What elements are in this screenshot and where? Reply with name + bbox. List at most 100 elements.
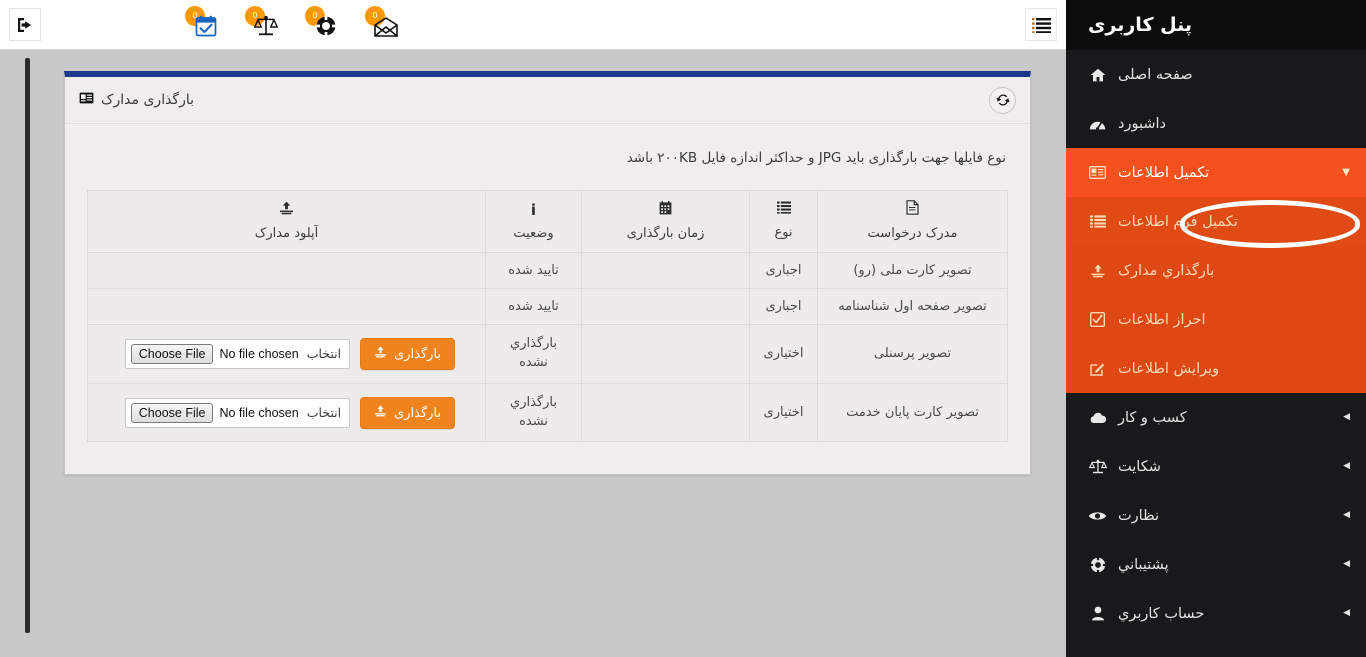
no-file-chosen-text: No file chosen xyxy=(219,406,298,420)
refresh-button[interactable] xyxy=(989,87,1016,114)
col-header-time: زمان بارگذاری xyxy=(582,191,750,253)
cell-document: تصویر پرسنلی xyxy=(818,325,1008,384)
scales-icon xyxy=(1088,459,1107,474)
col-header-status-label: وضعیت xyxy=(513,226,553,241)
id-card-icon xyxy=(79,92,94,108)
table-body: تصویر کارت ملی (رو) اجباری تایید شده تصو… xyxy=(88,253,1008,442)
sidebar-item-label: احراز اطلاعات xyxy=(1118,312,1206,328)
edit-icon xyxy=(1088,361,1107,376)
sidebar-item-business[interactable]: ◀ کسب و کار xyxy=(1066,393,1366,442)
scales-icon xyxy=(254,15,278,41)
sidebar-item-label: شکایت xyxy=(1118,459,1161,475)
sidebar-item-complaint[interactable]: ◀ شکایت xyxy=(1066,442,1366,491)
lifebuoy-icon xyxy=(315,15,337,41)
refresh-icon xyxy=(996,93,1010,107)
table-head: مدرک درخواست xyxy=(88,191,1008,253)
nav-support-button[interactable]: 0 xyxy=(305,6,341,44)
upload-button-label: بارگذاری xyxy=(394,346,441,362)
calendar-icon xyxy=(588,201,743,219)
cell-time xyxy=(582,253,750,289)
logout-button[interactable] xyxy=(9,8,41,41)
calendar-check-icon xyxy=(195,15,217,41)
user-icon xyxy=(1088,606,1107,621)
sidebar-item-label: تکمیل اطلاعات xyxy=(1118,165,1209,181)
cell-status: بارگذاري نشده xyxy=(486,383,582,442)
left-scroll-rail[interactable] xyxy=(25,58,30,633)
list-icon xyxy=(1088,215,1107,228)
table-row: تصویر صفحه اول شناسنامه اجباری تایید شده xyxy=(88,289,1008,325)
file-input-box[interactable]: انتخاب Choose File No file chosen xyxy=(125,398,350,428)
sidebar-item-complete-form[interactable]: تکمیل فرم اطلاعات xyxy=(1066,197,1366,246)
col-header-document-label: مدرک درخواست xyxy=(868,226,958,241)
upload-controls: بارگذاری xyxy=(96,338,477,370)
eye-icon xyxy=(1088,510,1107,522)
choose-file-button[interactable]: Choose File xyxy=(131,403,214,423)
chevron-down-icon: ▼ xyxy=(1342,168,1350,178)
sidebar-item-support[interactable]: ◀ پشتیباني xyxy=(1066,540,1366,589)
nav-calendar-button[interactable]: 0 xyxy=(185,6,221,44)
upload-controls: بارگذاری xyxy=(96,397,477,429)
cell-document: تصویر صفحه اول شناسنامه xyxy=(818,289,1008,325)
id-card-icon xyxy=(1088,166,1107,179)
sidebar-menu: صفحه اصلی داشبورد xyxy=(1066,50,1366,197)
home-icon xyxy=(1088,68,1107,82)
sidebar-item-label: تکمیل فرم اطلاعات xyxy=(1118,214,1238,230)
col-header-document: مدرک درخواست xyxy=(818,191,1008,253)
sidebar-item-label: حساب کاربري xyxy=(1118,606,1204,622)
sidebar-item-monitoring[interactable]: ◀ نظارت xyxy=(1066,491,1366,540)
menu-toggle-button[interactable] xyxy=(1025,8,1057,41)
native-file-input[interactable]: Choose File No file chosen xyxy=(131,344,299,364)
sidebar-item-label: کسب و کار xyxy=(1118,410,1187,426)
col-header-upload-label: آپلود مدارک xyxy=(255,226,318,241)
sidebar-item-user-account[interactable]: ◀ حساب کاربري xyxy=(1066,589,1366,638)
cell-document: تصویر کارت پایان خدمت xyxy=(818,383,1008,442)
sidebar-item-upload-documents[interactable]: بارگذاري مدارک xyxy=(1066,246,1366,295)
file-icon xyxy=(824,200,1001,219)
sidebar-item-complete-info[interactable]: ▼ تکمیل اطلاعات xyxy=(1066,148,1366,197)
cell-upload: بارگذاری xyxy=(88,383,486,442)
sidebar-item-label: صفحه اصلی xyxy=(1118,67,1193,83)
upload-icon xyxy=(374,346,387,361)
col-header-time-label: زمان بارگذاری xyxy=(627,226,705,241)
sidebar-item-label: نظارت xyxy=(1118,508,1159,524)
cell-type: اجباری xyxy=(750,289,818,325)
native-file-input[interactable]: Choose File No file chosen xyxy=(131,403,299,423)
cloud-icon xyxy=(1088,412,1107,424)
table-row: تصویر کارت پایان خدمت اختیاری بارگذاري ن… xyxy=(88,383,1008,442)
sidebar-item-label: داشبورد xyxy=(1118,116,1166,132)
file-input-label: انتخاب xyxy=(307,346,341,361)
sidebar-item-edit-info[interactable]: ویرایش اطلاعات xyxy=(1066,344,1366,393)
panel-header: بارگذاری مدارک xyxy=(65,77,1030,124)
list-menu-icon xyxy=(1032,17,1051,33)
cell-type: اختیاری xyxy=(750,383,818,442)
table-row: تصویر کارت ملی (رو) اجباری تایید شده xyxy=(88,253,1008,289)
sidebar-item-verify-info[interactable]: احراز اطلاعات xyxy=(1066,295,1366,344)
nav-messages-button[interactable]: 0 xyxy=(365,6,401,44)
cell-type: اجباری xyxy=(750,253,818,289)
cell-upload xyxy=(88,253,486,289)
choose-file-button[interactable]: Choose File xyxy=(131,344,214,364)
panel-title-group: بارگذاری مدارک xyxy=(79,92,194,108)
sidebar-item-dashboard[interactable]: داشبورد xyxy=(1066,99,1366,148)
cell-time xyxy=(582,383,750,442)
file-input-label: انتخاب xyxy=(307,405,341,420)
cell-document: تصویر کارت ملی (رو) xyxy=(818,253,1008,289)
content-area: بارگذاری مدارک نوع فایلها جهت بارگذاری xyxy=(0,50,1066,657)
sidebar-item-home[interactable]: صفحه اصلی xyxy=(1066,50,1366,99)
navbar-notification-icons: 0 0 xyxy=(185,6,401,44)
upload-icon xyxy=(1088,264,1107,278)
upload-submit-button[interactable]: بارگذاری xyxy=(360,397,455,429)
table-header-row: مدرک درخواست xyxy=(88,191,1008,253)
file-input-box[interactable]: انتخاب Choose File No file chosen xyxy=(125,339,350,369)
col-header-type: نوع xyxy=(750,191,818,253)
nav-complaints-button[interactable]: 0 xyxy=(245,6,281,44)
chevron-left-icon: ◀ xyxy=(1343,511,1350,520)
top-navbar: 0 0 xyxy=(0,0,1066,50)
upload-icon xyxy=(374,405,387,420)
check-square-icon xyxy=(1088,312,1107,327)
cell-time xyxy=(582,325,750,384)
upload-submit-button[interactable]: بارگذاری xyxy=(360,338,455,370)
sidebar-menu-bottom: ◀ کسب و کار ◀ شکایت xyxy=(1066,393,1366,638)
upload-icon xyxy=(94,201,479,219)
envelope-open-icon xyxy=(374,17,398,41)
